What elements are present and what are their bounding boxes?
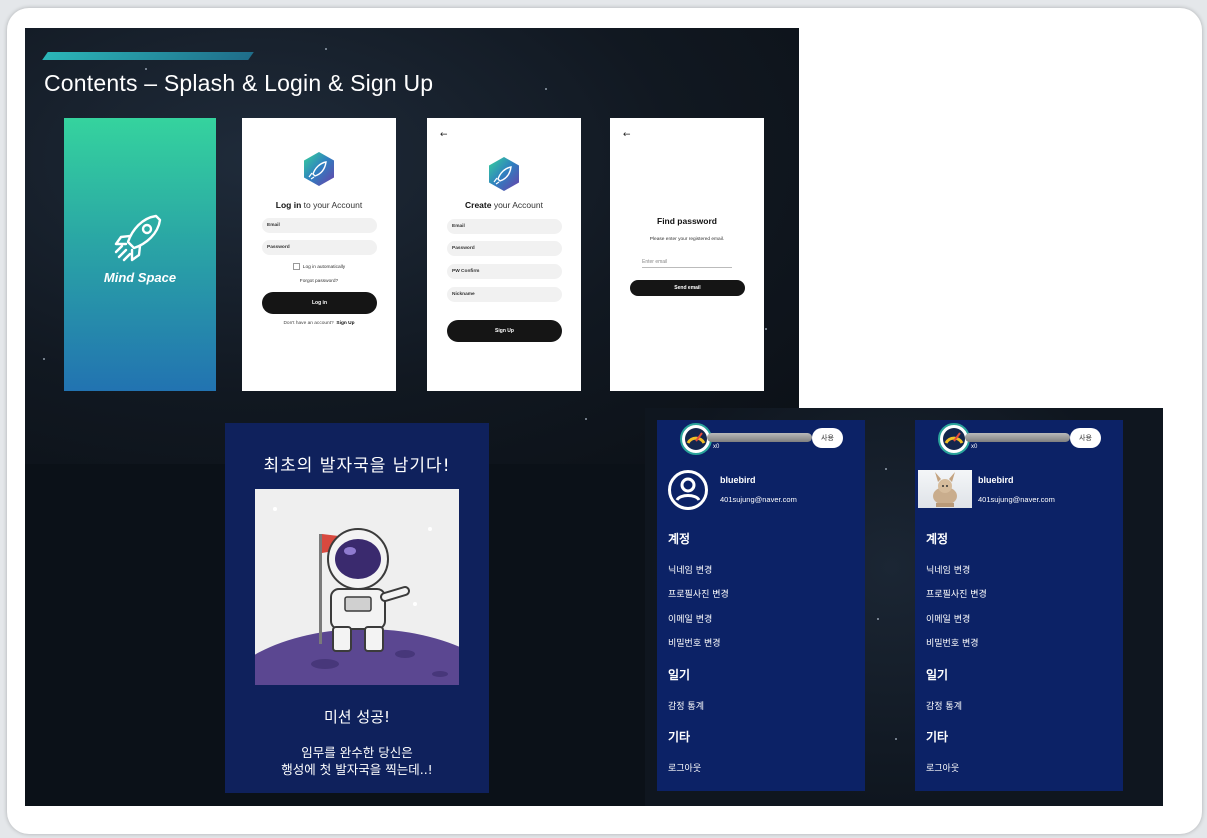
- auto-login-label: Log in automatically: [302, 264, 346, 270]
- star: [895, 738, 897, 740]
- star: [325, 48, 327, 50]
- item-count: x0: [713, 444, 720, 450]
- password-field[interactable]: Password: [262, 240, 377, 255]
- send-email-button[interactable]: Send email: [630, 280, 745, 296]
- forgot-password-link[interactable]: Forgot password?: [242, 279, 396, 284]
- signup-title: Create your Account: [465, 200, 543, 210]
- slide-title: Contents – Splash & Login & Sign Up: [44, 70, 434, 96]
- section-diary: 일기: [668, 668, 691, 682]
- app-logo-icon: [301, 151, 337, 187]
- email-field[interactable]: Email: [262, 218, 377, 233]
- poster-body: 임무를 완수한 당신은 행성에 첫 발자국을 찍는데..!: [225, 744, 489, 778]
- auto-login-row[interactable]: Log in automatically: [242, 263, 396, 270]
- signup-link[interactable]: Sign Up: [336, 321, 354, 326]
- auto-login-checkbox[interactable]: [292, 263, 300, 270]
- star: [585, 418, 587, 420]
- menu-change-password[interactable]: 비밀번호 변경: [668, 636, 721, 649]
- use-button[interactable]: 사용: [1070, 428, 1101, 448]
- signup-prompt: Don't have an account? Sign Up: [283, 321, 355, 326]
- menu-emotion-stats[interactable]: 감정 통계: [668, 699, 704, 712]
- panel-edge: [1137, 408, 1163, 806]
- login-screen: Log in to your Account Email Password Lo…: [242, 118, 396, 391]
- login-title: Log in to your Account: [275, 200, 363, 210]
- signup-button[interactable]: Sign Up: [447, 320, 562, 342]
- star: [545, 88, 547, 90]
- section-etc: 기타: [668, 730, 691, 744]
- user-email: 401sujung@naver.com: [720, 495, 797, 504]
- find-password-instruction: Please enter your registered email.: [649, 237, 725, 242]
- menu-change-password[interactable]: 비밀번호 변경: [926, 636, 979, 649]
- poster-subtitle: 미션 성공!: [324, 708, 390, 726]
- login-button[interactable]: Log in: [262, 292, 377, 314]
- profile-photo[interactable]: [918, 470, 972, 508]
- app-logo-icon: [486, 156, 522, 192]
- menu-change-email[interactable]: 이메일 변경: [668, 612, 712, 625]
- menu-change-nickname[interactable]: 닉네임 변경: [668, 563, 712, 576]
- section-account: 계정: [668, 532, 691, 546]
- password-field[interactable]: Password: [447, 241, 562, 256]
- use-button[interactable]: 사용: [812, 428, 843, 448]
- menu-change-photo[interactable]: 프로필사진 변경: [926, 587, 987, 600]
- back-arrow-icon[interactable]: ←: [623, 131, 631, 140]
- user-circle-icon[interactable]: [667, 469, 709, 511]
- section-account: 계정: [926, 532, 949, 546]
- back-arrow-icon[interactable]: ←: [440, 131, 448, 140]
- splash-screen: Mind Space: [64, 118, 216, 391]
- star: [877, 618, 879, 620]
- star: [43, 358, 45, 360]
- menu-change-nickname[interactable]: 닉네임 변경: [926, 563, 970, 576]
- gauge-bar: [965, 433, 1070, 442]
- astronaut-illustration: [255, 489, 459, 685]
- star: [765, 328, 767, 330]
- profile-screen: x0 사용 bluebird 401sujung@naver.com 계정 닉네…: [657, 420, 865, 791]
- pw-confirm-field[interactable]: PW Confirm: [447, 264, 562, 279]
- email-field[interactable]: Email: [447, 219, 562, 234]
- blank-area: [799, 28, 1163, 408]
- item-count: x0: [971, 444, 978, 450]
- email-field[interactable]: Enter email: [642, 259, 732, 268]
- nickname-field[interactable]: Nickname: [447, 287, 562, 302]
- find-password-screen: ← Find password Please enter your regist…: [610, 118, 764, 391]
- menu-logout[interactable]: 로그아웃: [668, 761, 701, 774]
- find-password-title: Find password: [657, 216, 717, 226]
- gauge-bar: [707, 433, 812, 442]
- menu-logout[interactable]: 로그아웃: [926, 761, 959, 774]
- mission-poster: 최초의 발자국을 남기다! 미션 성공! 임무를 완수한 당신은 행성에 첫 발…: [225, 423, 489, 793]
- menu-change-email[interactable]: 이메일 변경: [926, 612, 970, 625]
- poster-title: 최초의 발자국을 남기다!: [263, 456, 451, 476]
- signup-screen: ← Create your Account Email Password PW …: [427, 118, 581, 391]
- section-diary: 일기: [926, 668, 949, 682]
- profile-screen: x0 사용 bluebird 401sujung@naver.com 계정 닉네…: [915, 420, 1123, 791]
- menu-change-photo[interactable]: 프로필사진 변경: [668, 587, 729, 600]
- star: [885, 468, 887, 470]
- splash-brand: Mind Space: [103, 270, 177, 285]
- poster-body-line: 임무를 완수한 당신은: [301, 745, 413, 760]
- user-email: 401sujung@naver.com: [978, 495, 1055, 504]
- username: bluebird: [978, 475, 1014, 485]
- rocket-icon: [114, 214, 162, 262]
- poster-body-line: 행성에 첫 발자국을 찍는데..!: [281, 762, 433, 777]
- menu-emotion-stats[interactable]: 감정 통계: [926, 699, 962, 712]
- section-etc: 기타: [926, 730, 949, 744]
- username: bluebird: [720, 475, 756, 485]
- title-accent-bar: [42, 52, 254, 60]
